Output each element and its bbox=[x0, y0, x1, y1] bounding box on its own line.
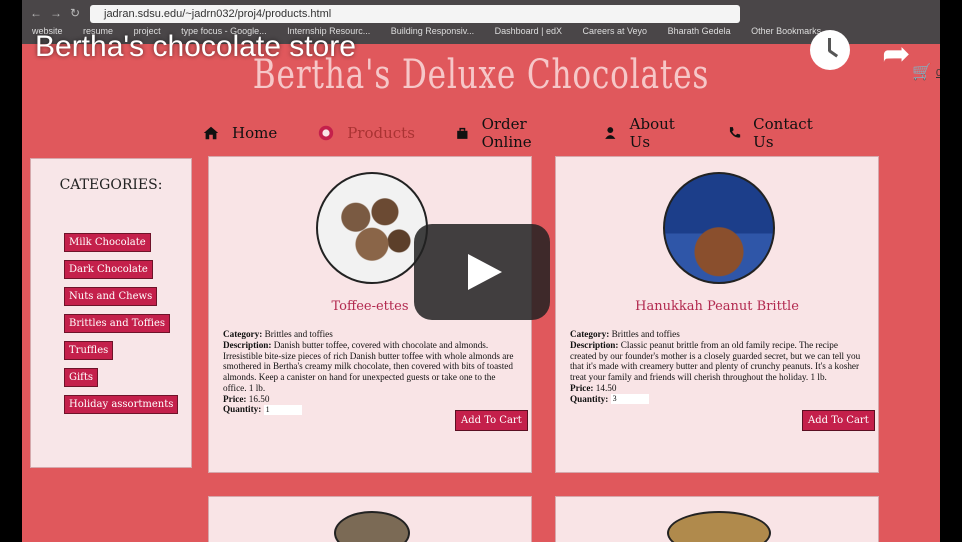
bookmark-bharath[interactable]: Bharath Gedela bbox=[668, 26, 731, 36]
price-label: Price: bbox=[223, 393, 247, 404]
category-truffles[interactable]: Truffles bbox=[64, 341, 114, 360]
category-list: Milk Chocolate Dark Chocolate Nuts and C… bbox=[64, 233, 179, 422]
price-label: Price: bbox=[570, 382, 594, 393]
category-label: Category: bbox=[223, 329, 263, 339]
products-icon bbox=[319, 125, 334, 141]
nav-label: Home bbox=[232, 124, 278, 142]
nav-label: Order Online bbox=[481, 115, 532, 151]
nav-label: Contact Us bbox=[753, 115, 813, 151]
share-icon[interactable]: ➦ bbox=[882, 34, 911, 74]
category-gifts[interactable]: Gifts bbox=[64, 368, 99, 387]
product-title: Hanukkah Peanut Brittle bbox=[635, 299, 799, 314]
description-label: Description: bbox=[223, 339, 272, 350]
product-price: 14.50 bbox=[595, 382, 617, 393]
cart-icon[interactable]: 🛒 bbox=[912, 62, 932, 82]
category-holiday-assortments[interactable]: Holiday assortments bbox=[64, 395, 179, 414]
phone-icon bbox=[729, 127, 740, 138]
bookmark-edx[interactable]: Dashboard | edX bbox=[495, 26, 562, 36]
add-to-cart-button[interactable]: Add To Cart bbox=[802, 410, 875, 431]
category-brittles-and-toffies[interactable]: Brittles and Toffies bbox=[64, 314, 171, 333]
product-image bbox=[663, 172, 775, 284]
product-price: 16.50 bbox=[248, 393, 270, 404]
forward-icon[interactable]: → bbox=[50, 6, 62, 20]
watch-later-icon[interactable] bbox=[810, 30, 850, 70]
bookmark-veyo[interactable]: Careers at Veyo bbox=[583, 26, 648, 36]
add-to-cart-button[interactable]: Add To Cart bbox=[455, 410, 528, 431]
product-card bbox=[555, 496, 879, 542]
category-nuts-and-chews[interactable]: Nuts and Chews bbox=[64, 287, 158, 306]
product-image bbox=[667, 511, 771, 542]
reload-icon[interactable]: ↻ bbox=[70, 6, 80, 20]
quantity-input[interactable]: 1 bbox=[263, 405, 302, 416]
video-title[interactable]: Bertha's chocolate store bbox=[35, 30, 356, 64]
nav-label: About Us bbox=[629, 115, 675, 151]
shopping-bag-icon bbox=[457, 127, 468, 139]
quantity-input[interactable]: 3 bbox=[610, 394, 649, 405]
product-category: Brittles and toffies bbox=[611, 329, 680, 339]
product-image bbox=[334, 511, 410, 542]
user-icon bbox=[605, 127, 616, 139]
back-icon[interactable]: ← bbox=[30, 6, 42, 20]
nav-home[interactable]: Home bbox=[202, 115, 277, 151]
product-category: Brittles and toffies bbox=[264, 329, 333, 339]
address-bar[interactable]: jadran.sdsu.edu/~jadrn032/proj4/products… bbox=[90, 5, 740, 23]
product-card bbox=[208, 496, 532, 542]
main-nav: Home Products Order Online About Us Cont… bbox=[202, 115, 822, 151]
description-label: Description: bbox=[570, 339, 619, 350]
nav-about-us[interactable]: About Us bbox=[603, 115, 686, 151]
nav-products[interactable]: Products bbox=[317, 115, 415, 151]
cart-count[interactable]: 0 bbox=[936, 68, 940, 79]
product-details: Category: Brittles and toffies Descripti… bbox=[570, 329, 866, 405]
play-button[interactable] bbox=[414, 224, 550, 320]
bookmark-building[interactable]: Building Responsiv... bbox=[391, 26, 474, 36]
nav-order-online[interactable]: Order Online bbox=[455, 115, 563, 151]
home-icon bbox=[203, 126, 219, 140]
product-image bbox=[316, 172, 428, 284]
category-dark-chocolate[interactable]: Dark Chocolate bbox=[64, 260, 153, 279]
product-card: Hanukkah Peanut Brittle Category: Brittl… bbox=[555, 156, 879, 473]
quantity-label: Quantity: bbox=[223, 404, 262, 415]
categories-sidebar: CATEGORIES: Milk Chocolate Dark Chocolat… bbox=[30, 158, 192, 468]
bookmark-other[interactable]: Other Bookmarks bbox=[751, 26, 821, 36]
quantity-label: Quantity: bbox=[570, 393, 609, 404]
nav-label: Products bbox=[347, 124, 415, 142]
category-milk-chocolate[interactable]: Milk Chocolate bbox=[64, 233, 151, 252]
sidebar-heading: CATEGORIES: bbox=[59, 177, 163, 193]
product-details: Category: Brittles and toffies Descripti… bbox=[223, 329, 519, 416]
nav-contact-us[interactable]: Contact Us bbox=[727, 115, 822, 151]
category-label: Category: bbox=[570, 329, 610, 339]
